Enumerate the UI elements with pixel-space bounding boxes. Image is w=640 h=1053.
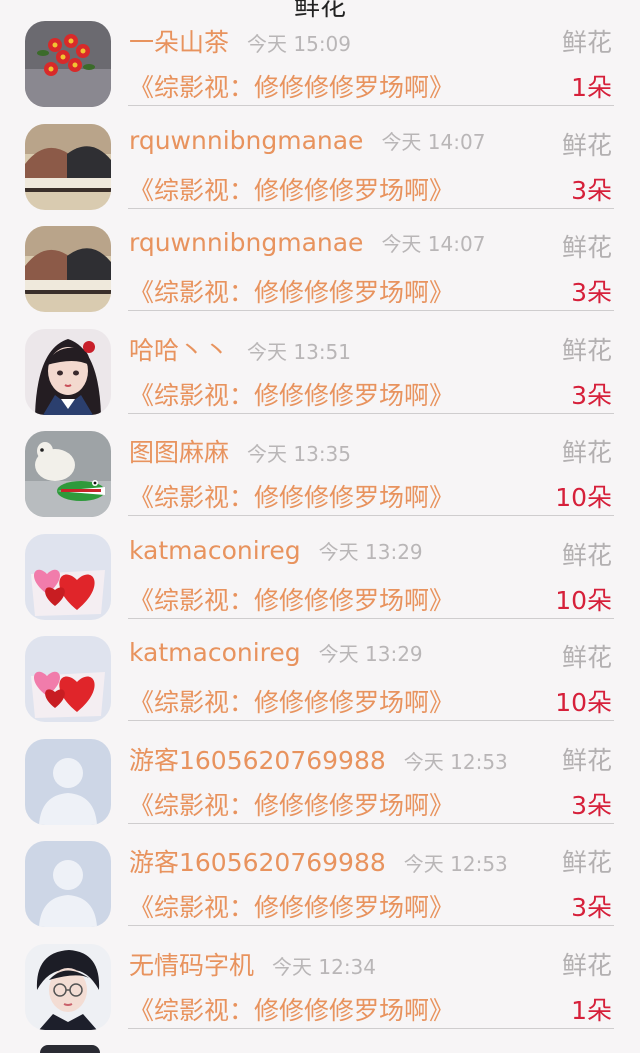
timestamp: 今天 14:07 xyxy=(381,232,486,256)
book-title[interactable]: 《综影视：修修修修罗场啊》 xyxy=(129,376,454,412)
list-item[interactable]: 一朵山茶 今天 15:09 鲜花 《综影视：修修修修罗场啊》 1朵 xyxy=(0,20,640,123)
list-item[interactable]: 图图麻麻 今天 13:35 鲜花 《综影视：修修修修罗场啊》 10朵 xyxy=(0,430,640,533)
divider xyxy=(128,412,614,414)
divider xyxy=(128,515,614,516)
default-avatar-icon xyxy=(25,841,111,927)
book-title[interactable]: 《综影视：修修修修罗场啊》 xyxy=(129,273,454,309)
book-title[interactable]: 《综影视：修修修修罗场啊》 xyxy=(129,683,454,719)
shoes-avatar-icon xyxy=(25,226,111,312)
timestamp: 今天 14:07 xyxy=(381,129,486,154)
avatar[interactable] xyxy=(25,226,111,312)
timestamp: 今天 13:29 xyxy=(318,642,423,666)
divider xyxy=(128,105,614,106)
gift-count: 3朵 xyxy=(571,278,612,307)
gift-type: 鲜花 xyxy=(561,335,612,365)
book-title[interactable]: 《综影视：修修修修罗场啊》 xyxy=(129,171,454,207)
gift-count: 10朵 xyxy=(555,483,612,512)
avatar[interactable] xyxy=(25,123,111,210)
divider xyxy=(128,617,614,619)
gift-list-page: 鲜花 一朵山茶 今天 15:09 鲜花 《综影视：修修修修罗场啊》 1朵 rqu… xyxy=(0,0,640,1053)
username[interactable]: katmaconireg xyxy=(129,638,301,667)
username[interactable]: rquwnnibngmanae xyxy=(129,126,363,155)
username[interactable]: 一朵山茶 xyxy=(129,28,229,57)
timestamp: 今天 13:35 xyxy=(247,442,352,466)
username[interactable]: 图图麻麻 xyxy=(129,438,229,467)
gift-type: 鲜花 xyxy=(561,28,612,57)
flower-avatar-icon xyxy=(25,21,111,107)
avatar[interactable] xyxy=(25,738,111,825)
gift-type: 鲜花 xyxy=(561,950,612,980)
gift-count: 3朵 xyxy=(571,175,612,205)
shoes-avatar-icon xyxy=(25,123,111,210)
gift-type: 鲜花 xyxy=(561,438,612,467)
avatar[interactable] xyxy=(25,841,111,927)
list-item[interactable]: 哈哈丶丶 今天 13:51 鲜花 《综影视：修修修修罗场啊》 3朵 xyxy=(0,328,640,431)
gift-type: 鲜花 xyxy=(561,745,612,775)
timestamp: 今天 15:09 xyxy=(247,32,352,56)
divider xyxy=(128,925,614,926)
username[interactable]: 无情码字机 xyxy=(129,951,254,980)
timestamp: 今天 12:34 xyxy=(272,954,377,979)
username[interactable]: rquwnnibngmanae xyxy=(129,228,363,257)
divider xyxy=(128,822,614,824)
timestamp: 今天 13:29 xyxy=(318,539,423,564)
avatar[interactable] xyxy=(25,533,111,620)
book-title[interactable]: 《综影视：修修修修罗场啊》 xyxy=(129,68,454,104)
timestamp: 今天 13:51 xyxy=(247,339,352,364)
gift-type: 鲜花 xyxy=(561,848,612,877)
username[interactable]: katmaconireg xyxy=(129,536,301,565)
gift-type: 鲜花 xyxy=(561,540,612,570)
timestamp: 今天 12:53 xyxy=(403,852,508,876)
gift-type: 鲜花 xyxy=(561,643,612,672)
avatar[interactable] xyxy=(25,328,111,415)
gift-count: 1朵 xyxy=(571,995,612,1025)
dog-croc-avatar-icon xyxy=(25,431,111,517)
book-title[interactable]: 《综影视：修修修修罗场啊》 xyxy=(129,786,454,822)
list-item-partial xyxy=(0,1045,640,1053)
avatar[interactable] xyxy=(25,636,111,722)
gift-count: 10朵 xyxy=(555,585,612,615)
username[interactable]: 游客1605620769988 xyxy=(129,746,386,775)
list-item[interactable]: katmaconireg 今天 13:29 鲜花 《综影视：修修修修罗场啊》 10… xyxy=(0,635,640,738)
gift-count: 3朵 xyxy=(571,380,612,410)
list-item[interactable]: 游客1605620769988 今天 12:53 鲜花 《综影视：修修修修罗场啊》… xyxy=(0,840,640,943)
book-title[interactable]: 《综影视：修修修修罗场啊》 xyxy=(129,581,454,617)
list-item[interactable]: katmaconireg 今天 13:29 鲜花 《综影视：修修修修罗场啊》 10… xyxy=(0,533,640,636)
avatar-partial xyxy=(40,1045,100,1053)
divider xyxy=(128,1027,614,1029)
gift-count: 10朵 xyxy=(555,688,612,717)
list-item[interactable]: rquwnnibngmanae 今天 14:07 鲜花 《综影视：修修修修罗场啊》… xyxy=(0,225,640,328)
divider xyxy=(128,207,614,209)
default-avatar-icon xyxy=(25,738,111,825)
book-title[interactable]: 《综影视：修修修修罗场啊》 xyxy=(129,991,454,1027)
divider xyxy=(128,310,614,311)
gift-count: 3朵 xyxy=(571,790,612,820)
girl-avatar-icon xyxy=(25,328,111,415)
avatar[interactable] xyxy=(25,943,111,1030)
list-item[interactable]: rquwnnibngmanae 今天 14:07 鲜花 《综影视：修修修修罗场啊》… xyxy=(0,123,640,226)
list-item[interactable]: 无情码字机 今天 12:34 鲜花 《综影视：修修修修罗场啊》 1朵 xyxy=(0,943,640,1046)
gift-type: 鲜花 xyxy=(561,130,612,160)
username[interactable]: 游客1605620769988 xyxy=(129,848,386,877)
username[interactable]: 哈哈丶丶 xyxy=(129,336,229,365)
gift-count: 3朵 xyxy=(571,893,612,922)
book-title[interactable]: 《综影视：修修修修罗场啊》 xyxy=(129,888,454,924)
avatar[interactable] xyxy=(25,21,111,107)
boy-avatar-icon xyxy=(25,943,111,1030)
list-item[interactable]: 游客1605620769988 今天 12:53 鲜花 《综影视：修修修修罗场啊》… xyxy=(0,738,640,841)
gift-list: 一朵山茶 今天 15:09 鲜花 《综影视：修修修修罗场啊》 1朵 rquwnni… xyxy=(0,20,640,1045)
divider xyxy=(128,720,614,721)
gift-count: 1朵 xyxy=(571,73,612,102)
hearts-avatar-icon xyxy=(25,636,111,722)
book-title[interactable]: 《综影视：修修修修罗场啊》 xyxy=(129,478,454,514)
timestamp: 今天 12:53 xyxy=(403,749,508,774)
gift-type: 鲜花 xyxy=(561,233,612,262)
avatar[interactable] xyxy=(25,431,111,517)
hearts-avatar-icon xyxy=(25,533,111,620)
